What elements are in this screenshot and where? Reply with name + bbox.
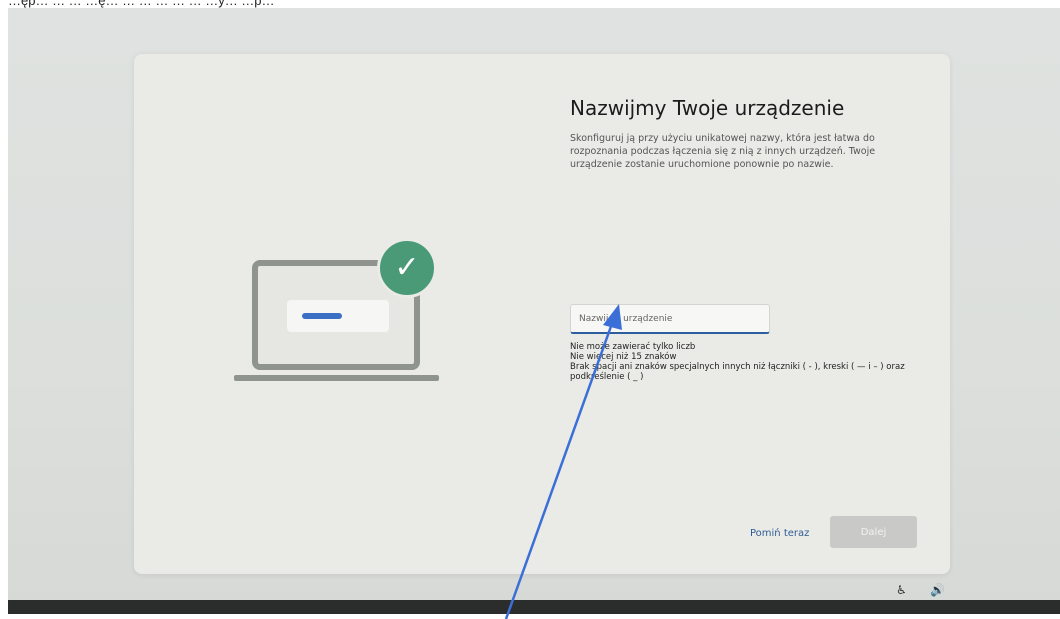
accessibility-icon[interactable]: ♿: [896, 583, 907, 597]
monitor-bezel: [8, 600, 1060, 614]
laptop-illustration-base: [234, 375, 439, 381]
monitor-screen: ✓ Nazwijmy Twoje urządzenie Skonfiguruj …: [8, 8, 1060, 614]
illustration-bar: [302, 313, 342, 319]
volume-icon[interactable]: 🔊: [930, 583, 945, 597]
next-button[interactable]: Dalej: [830, 516, 917, 548]
photo-caption-cut: …ęp… … … …ę… … … … … … …y… …p…: [8, 0, 275, 8]
device-name-input[interactable]: [570, 304, 770, 334]
check-icon: ✓: [377, 238, 437, 298]
photo-frame: …ęp… … … …ę… … … … … … …y… …p… ✓ Nazwijm…: [0, 0, 1060, 619]
page-description: Skonfiguruj ją przy użyciu unikatowej na…: [570, 133, 876, 170]
page-title: Nazwijmy Twoje urządzenie: [570, 96, 845, 120]
naming-rules: Nie może zawierać tylko liczb Nie więcej…: [570, 342, 910, 382]
rule-item: Nie więcej niż 15 znaków: [570, 352, 677, 362]
skip-now-link[interactable]: Pomiń teraz: [750, 528, 809, 539]
setup-dialog: ✓ Nazwijmy Twoje urządzenie Skonfiguruj …: [134, 54, 950, 574]
rule-item: Nie może zawierać tylko liczb: [570, 342, 696, 352]
rule-item: Brak spacji ani znaków specjalnych innyc…: [570, 362, 905, 382]
